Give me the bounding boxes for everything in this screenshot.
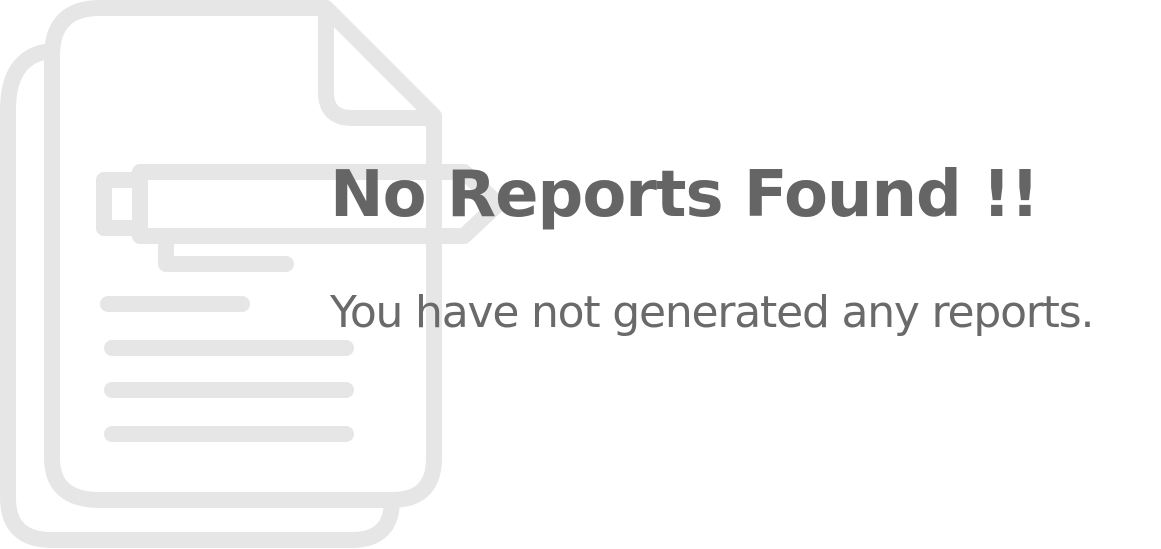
document-pen-icon bbox=[0, 0, 506, 548]
empty-state-message: You have not generated any reports. bbox=[330, 287, 1094, 338]
empty-state: No Reports Found !! You have not generat… bbox=[0, 0, 1161, 549]
empty-state-title: No Reports Found !! bbox=[330, 158, 1039, 232]
